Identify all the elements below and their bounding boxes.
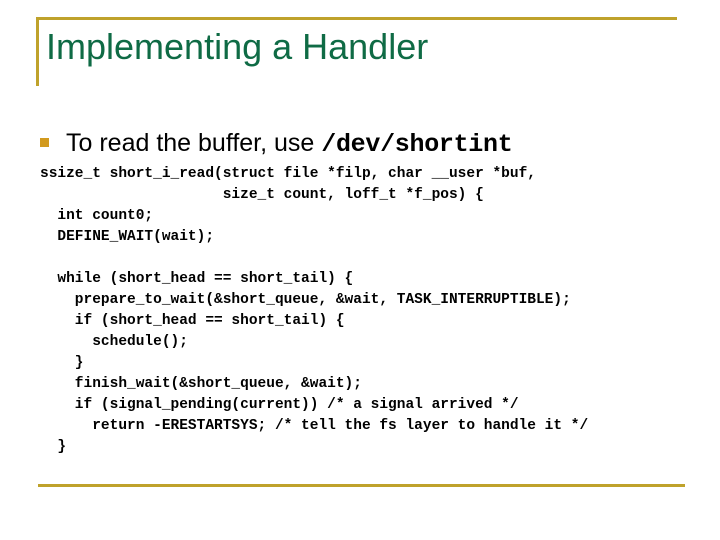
code-line: schedule();: [40, 334, 188, 350]
code-line: size_t count, loff_t *f_pos) {: [40, 187, 484, 203]
code-line: if (short_head == short_tail) {: [40, 313, 345, 329]
code-line: DEFINE_WAIT(wait);: [40, 229, 215, 245]
code-line: return -ERESTARTSYS; /* tell the fs laye…: [40, 418, 589, 434]
code-line: }: [40, 439, 67, 455]
title-left-rule: [36, 17, 39, 86]
code-line: prepare_to_wait(&short_queue, &wait, TAS…: [40, 292, 571, 308]
code-line: finish_wait(&short_queue, &wait);: [40, 376, 362, 392]
code-line: if (signal_pending(current)) /* a signal…: [40, 397, 519, 413]
code-line: ssize_t short_i_read(struct file *filp, …: [40, 166, 536, 182]
bullet-item: To read the buffer, use /dev/shortint: [40, 128, 690, 160]
bullet-item-label: To read the buffer, use /dev/shortint: [66, 128, 513, 160]
code-listing: ssize_t short_i_read(struct file *filp, …: [40, 164, 700, 458]
slide-canvas: Implementing a Handler To read the buffe…: [0, 0, 720, 540]
square-bullet-icon: [40, 138, 49, 147]
code-line: while (short_head == short_tail) {: [40, 271, 354, 287]
page-title: Implementing a Handler: [46, 26, 429, 67]
code-line: }: [40, 355, 84, 371]
code-line: int count0;: [40, 208, 154, 224]
bullet-text-plain: To read the buffer, use: [66, 129, 322, 157]
title-top-rule: [36, 17, 677, 20]
footer-rule: [38, 484, 685, 487]
bullet-text-device-path: /dev/shortint: [321, 130, 513, 159]
